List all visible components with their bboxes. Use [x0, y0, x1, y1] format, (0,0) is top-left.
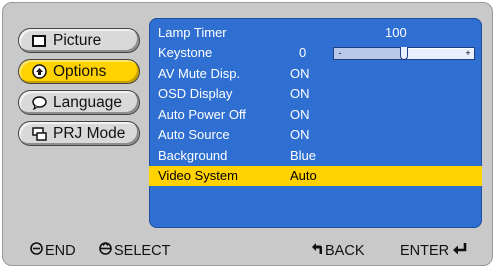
select-hint: SELECT — [99, 242, 170, 259]
back-label: BACK — [325, 242, 365, 259]
prj-mode-icon — [31, 126, 47, 142]
setting-label: Background — [158, 147, 228, 163]
settings-panel: Lamp Timer 100 Keystone 0 - + AV Mute Di… — [149, 18, 482, 228]
menu-item-label: Language — [53, 93, 122, 111]
setting-row-keystone[interactable]: Keystone 0 - + — [149, 43, 482, 64]
setting-row-auto-power-off[interactable]: Auto Power Off ON — [149, 104, 482, 125]
menu-item-language[interactable]: Language — [18, 90, 140, 115]
setting-label: Lamp Timer — [158, 24, 227, 40]
setting-value: ON — [290, 127, 310, 143]
setting-label: Keystone — [158, 45, 213, 61]
end-hint: END — [30, 242, 76, 259]
osd-menu: Picture Options Language PRJ Mode — [18, 28, 144, 152]
language-icon — [31, 95, 47, 111]
setting-row-video-system[interactable]: Video System Auto — [149, 165, 482, 186]
picture-icon — [31, 33, 47, 49]
bottom-bar: END SELECT BACK ENTER — [2, 234, 493, 264]
setting-row-background[interactable]: Background Blue — [149, 145, 482, 166]
slider-plus: + — [465, 47, 471, 58]
setting-row-osd-display[interactable]: OSD Display ON — [149, 84, 482, 105]
setting-value: Auto — [290, 168, 317, 184]
keystone-slider-thumb[interactable] — [400, 46, 408, 60]
end-button-icon — [30, 242, 45, 259]
back-arrow-icon — [310, 242, 325, 259]
setting-label: OSD Display — [158, 86, 233, 102]
setting-value: ON — [290, 106, 310, 122]
setting-value: Blue — [290, 147, 317, 163]
end-label: END — [45, 242, 76, 259]
setting-label: Auto Power Off — [158, 106, 246, 122]
setting-value: ON — [290, 65, 310, 81]
keystone-slider[interactable]: - + — [333, 46, 475, 60]
menu-item-label: Options — [53, 62, 107, 80]
menu-item-label: Picture — [53, 31, 102, 49]
enter-hint: ENTER — [400, 242, 470, 260]
setting-label: Auto Source — [158, 127, 230, 143]
enter-label: ENTER — [400, 243, 450, 259]
setting-row-av-mute[interactable]: AV Mute Disp. ON — [149, 63, 482, 84]
setting-label: Video System — [158, 168, 238, 184]
slider-minus: - — [338, 47, 342, 58]
setting-value: ON — [290, 86, 310, 102]
enter-arrow-icon — [452, 242, 470, 260]
select-label: SELECT — [114, 242, 171, 259]
osd-frame: Picture Options Language PRJ Mode Lamp T… — [2, 2, 493, 266]
setting-label: AV Mute Disp. — [158, 65, 241, 81]
menu-item-options[interactable]: Options — [18, 59, 140, 84]
setting-row-auto-source[interactable]: Auto Source ON — [149, 125, 482, 146]
menu-item-label: PRJ Mode — [53, 124, 126, 142]
back-hint: BACK — [310, 242, 365, 259]
menu-item-prj-mode[interactable]: PRJ Mode — [18, 121, 140, 146]
options-icon — [31, 64, 47, 80]
select-button-icon — [99, 242, 114, 259]
setting-row-lamp-timer: Lamp Timer 100 — [149, 22, 482, 43]
setting-value: 100 — [385, 24, 407, 40]
menu-item-picture[interactable]: Picture — [18, 28, 140, 53]
setting-value: 0 — [299, 45, 307, 61]
